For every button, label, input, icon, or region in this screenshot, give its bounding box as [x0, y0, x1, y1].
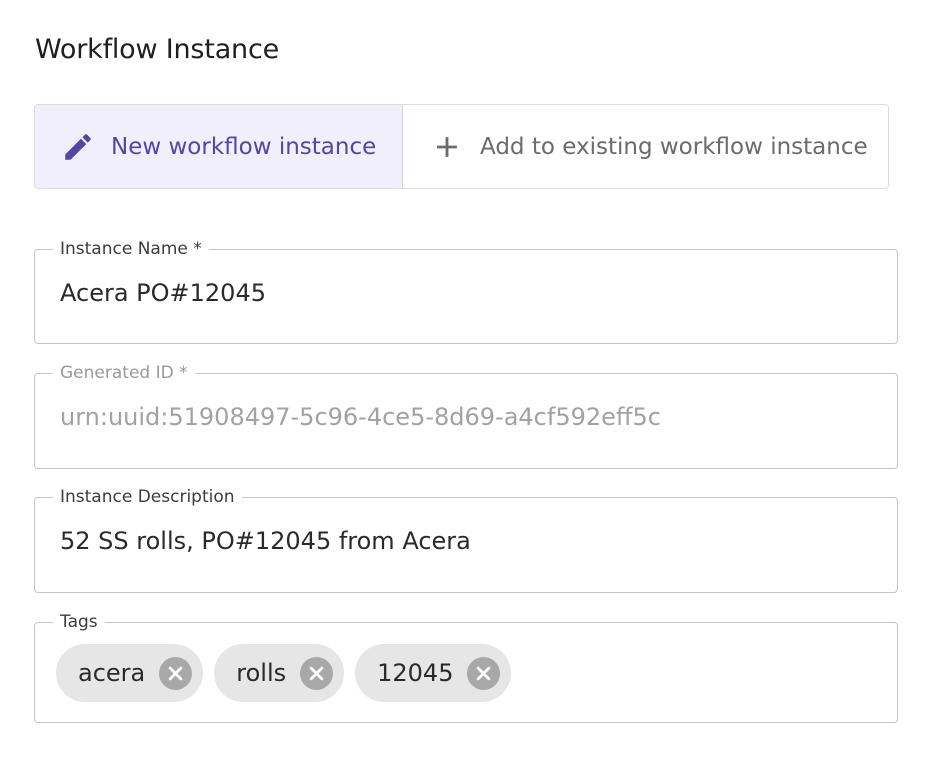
tags-label: Tags: [53, 610, 105, 634]
tag-chip: 12045: [355, 644, 512, 702]
generated-id-label: Generated ID *: [53, 361, 195, 385]
tag-chip: acera: [56, 644, 204, 702]
tag-chip-label: 12045: [377, 659, 454, 687]
plus-icon: [430, 130, 464, 164]
instance-name-input[interactable]: Acera PO#12045: [60, 279, 266, 307]
tag-chip: rolls: [214, 644, 345, 702]
workflow-instance-form: Workflow Instance New workflow instance …: [0, 0, 930, 758]
tag-chip-label: acera: [78, 659, 146, 687]
generated-id-field: Generated ID * urn:uuid:51908497-5c96-4c…: [34, 361, 898, 469]
instance-description-label: Instance Description: [53, 485, 242, 509]
instance-name-field[interactable]: Instance Name * Acera PO#12045: [34, 237, 898, 344]
cancel-circle-icon[interactable]: [159, 656, 193, 690]
generated-id-value: urn:uuid:51908497-5c96-4ce5-8d69-a4cf592…: [60, 403, 661, 431]
tags-field[interactable]: Tags acera rolls 12045: [34, 610, 898, 723]
tag-chip-label: rolls: [236, 659, 287, 687]
instance-description-input[interactable]: 52 SS rolls, PO#12045 from Acera: [60, 527, 471, 555]
instance-description-field[interactable]: Instance Description 52 SS rolls, PO#120…: [34, 485, 898, 593]
cancel-circle-icon[interactable]: [300, 656, 334, 690]
cancel-circle-icon[interactable]: [467, 656, 501, 690]
tag-chips: acera rolls 12045: [56, 644, 512, 702]
mode-toggle-group: New workflow instance Add to existing wo…: [34, 104, 889, 189]
instance-name-label: Instance Name *: [53, 237, 209, 261]
add-to-existing-workflow-instance-button[interactable]: Add to existing workflow instance: [403, 105, 888, 188]
new-workflow-instance-label: New workflow instance: [111, 133, 377, 160]
new-workflow-instance-button[interactable]: New workflow instance: [35, 105, 403, 188]
section-title: Workflow Instance: [35, 34, 280, 65]
add-to-existing-label: Add to existing workflow instance: [480, 133, 868, 160]
pencil-icon: [61, 130, 95, 164]
